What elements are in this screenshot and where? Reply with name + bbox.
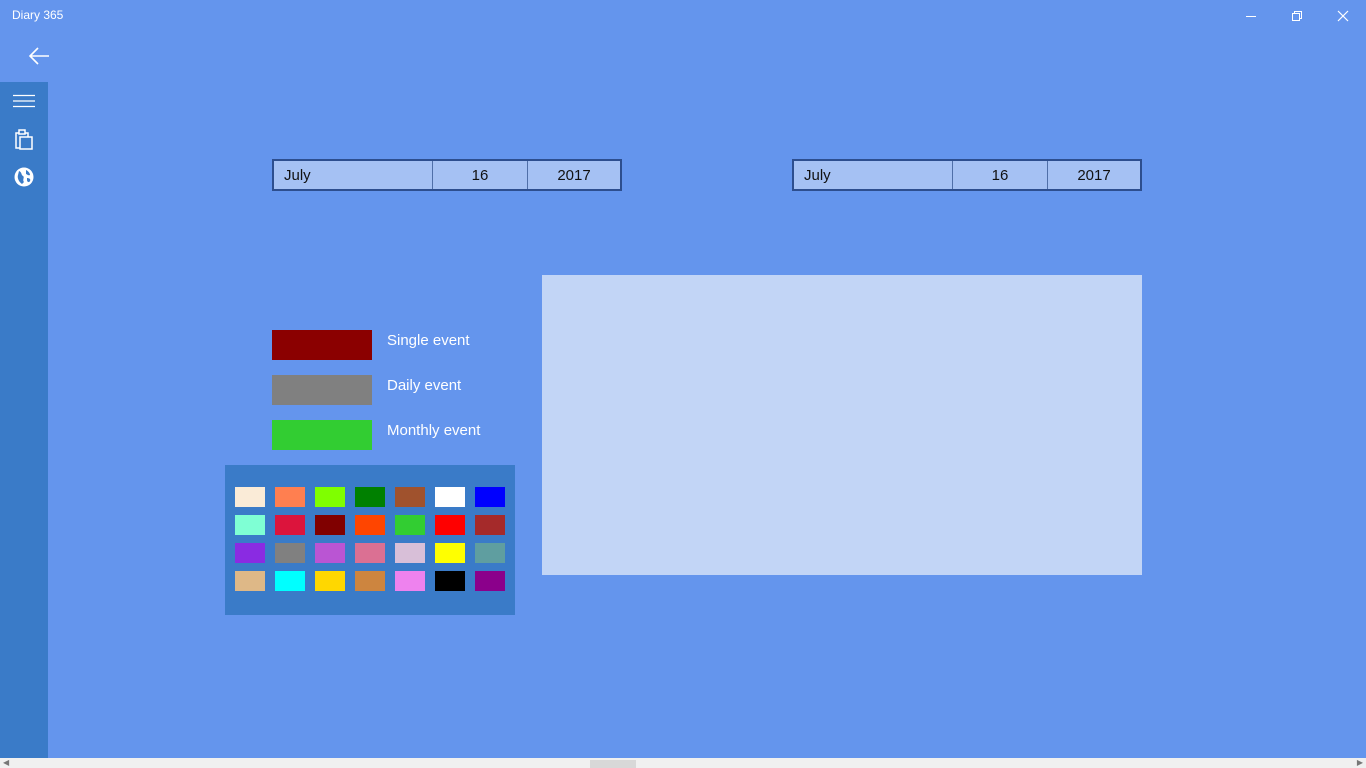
color-swatch[interactable] [475, 571, 505, 591]
close-button[interactable] [1320, 0, 1366, 32]
start-day-field[interactable]: 16 [433, 161, 528, 189]
legend-swatch-single[interactable] [272, 330, 372, 360]
hamburger-icon [13, 94, 35, 108]
color-swatch[interactable] [475, 487, 505, 507]
scrollbar-thumb[interactable] [590, 760, 636, 768]
color-swatch[interactable] [355, 515, 385, 535]
color-swatch[interactable] [435, 543, 465, 563]
close-icon [1337, 10, 1349, 22]
scroll-right-icon[interactable]: ▶ [1357, 758, 1363, 768]
end-day-field[interactable]: 16 [953, 161, 1048, 189]
legend-swatch-daily[interactable] [272, 375, 372, 405]
end-month-field[interactable]: July [794, 161, 953, 189]
back-button[interactable] [24, 42, 54, 70]
color-swatch[interactable] [235, 543, 265, 563]
clipboard-icon [15, 129, 33, 150]
color-swatch[interactable] [315, 515, 345, 535]
horizontal-scrollbar[interactable]: ◀ ▶ [0, 758, 1366, 768]
sidebar-item-globe[interactable] [0, 158, 48, 196]
app-title: Diary 365 [12, 8, 64, 22]
color-swatch[interactable] [315, 487, 345, 507]
hamburger-menu-button[interactable] [0, 82, 48, 120]
sidebar [0, 82, 48, 758]
color-swatch[interactable] [395, 571, 425, 591]
color-swatch[interactable] [435, 487, 465, 507]
sidebar-item-clipboard[interactable] [0, 120, 48, 158]
color-swatch[interactable] [355, 543, 385, 563]
start-date-picker[interactable]: July 16 2017 [272, 159, 622, 191]
legend-label-single: Single event [387, 332, 470, 349]
back-arrow-icon [28, 47, 49, 65]
start-year-field[interactable]: 2017 [528, 161, 620, 189]
minimize-button[interactable] [1228, 0, 1274, 32]
color-swatch[interactable] [395, 487, 425, 507]
color-swatch[interactable] [395, 543, 425, 563]
color-swatch[interactable] [235, 571, 265, 591]
color-swatch[interactable] [235, 487, 265, 507]
restore-button[interactable] [1274, 0, 1320, 32]
color-swatch[interactable] [275, 543, 305, 563]
start-month-field[interactable]: July [274, 161, 433, 189]
legend-label-daily: Daily event [387, 377, 462, 394]
color-swatch[interactable] [315, 543, 345, 563]
scroll-left-icon[interactable]: ◀ [3, 758, 9, 768]
color-swatch[interactable] [235, 515, 265, 535]
color-swatch[interactable] [395, 515, 425, 535]
color-swatch[interactable] [275, 487, 305, 507]
event-text-area[interactable] [542, 275, 1142, 575]
end-year-field[interactable]: 2017 [1048, 161, 1140, 189]
color-swatch[interactable] [475, 515, 505, 535]
legend-swatch-monthly[interactable] [272, 420, 372, 450]
legend-label-monthly: Monthly event [387, 422, 481, 439]
color-swatch[interactable] [435, 515, 465, 535]
color-swatch[interactable] [315, 571, 345, 591]
restore-icon [1292, 11, 1302, 21]
color-swatch[interactable] [275, 571, 305, 591]
color-swatch[interactable] [355, 571, 385, 591]
color-swatch[interactable] [475, 543, 505, 563]
title-bar: Diary 365 [0, 0, 1366, 32]
color-swatch[interactable] [355, 487, 385, 507]
color-swatch[interactable] [435, 571, 465, 591]
color-swatch[interactable] [275, 515, 305, 535]
globe-icon [14, 167, 34, 187]
color-palette [225, 465, 515, 615]
end-date-picker[interactable]: July 16 2017 [792, 159, 1142, 191]
minimize-icon [1246, 16, 1256, 17]
